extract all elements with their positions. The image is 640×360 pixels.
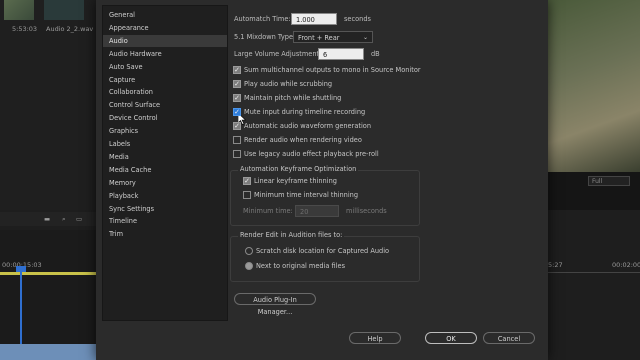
radio-scratch-label: Scratch disk location for Captured Audio	[256, 247, 390, 255]
search-icon[interactable]: ⌕	[62, 215, 66, 224]
option-checkbox[interactable]: ✓	[233, 66, 241, 74]
render-group-title: Render Edit in Audition files to:	[238, 231, 345, 239]
category-item-timeline[interactable]: Timeline	[109, 215, 137, 227]
category-item-collaboration[interactable]: Collaboration	[109, 86, 153, 98]
mixdown-value: Front + Rear	[298, 34, 340, 42]
option-label: Render audio when rendering video	[244, 136, 362, 144]
category-item-trim[interactable]: Trim	[109, 228, 123, 240]
ok-button[interactable]: OK	[425, 332, 477, 344]
category-item-audio-hardware[interactable]: Audio Hardware	[109, 48, 162, 60]
category-item-auto-save[interactable]: Auto Save	[109, 61, 143, 73]
mixdown-select[interactable]: Front + Rear ⌄	[293, 31, 373, 43]
category-item-control-surface[interactable]: Control Surface	[109, 99, 160, 111]
volume-label: Large Volume Adjustment:	[234, 50, 322, 58]
clip-name: Audio 2_2.wav	[46, 25, 94, 33]
clip-thumbnail-video[interactable]	[4, 0, 34, 20]
zoom-select[interactable]: Full	[588, 176, 630, 186]
category-item-appearance[interactable]: Appearance	[109, 22, 149, 34]
category-item-labels[interactable]: Labels	[109, 138, 130, 150]
option-checkbox[interactable]: ✓	[233, 108, 241, 116]
category-item-general[interactable]: General	[109, 9, 135, 21]
option-checkbox[interactable]: ✓	[233, 80, 241, 88]
help-button[interactable]: Help	[349, 332, 401, 344]
category-list: General Appearance Audio Audio Hardware Auto…	[102, 5, 228, 321]
clip-thumbnail-audio[interactable]	[44, 0, 84, 20]
timeline-ruler-right	[548, 272, 640, 273]
clip-time: 5:53:03	[12, 25, 38, 33]
option-label: Maintain pitch while shuttling	[244, 94, 342, 102]
minimum-time-label: Minimum time:	[243, 207, 293, 215]
chevron-down-icon: ⌄	[362, 34, 368, 41]
volume-input[interactable]: 6	[318, 48, 364, 60]
category-item-audio[interactable]: Audio	[103, 34, 227, 47]
keyframe-group-title: Automation Keyframe Optimization	[238, 165, 359, 173]
category-item-memory[interactable]: Memory	[109, 177, 136, 189]
render-group	[230, 236, 420, 282]
minimum-interval-label: Minimum time interval thinning	[254, 191, 359, 199]
mixdown-label: 5.1 Mixdown Type:	[234, 33, 296, 41]
option-label: Automatic audio waveform generation	[244, 122, 372, 130]
work-area-bar[interactable]	[0, 272, 96, 275]
option-label: Use legacy audio effect playback pre-rol…	[244, 150, 379, 158]
option-label: Mute input during timeline recording	[244, 108, 366, 116]
automatch-input[interactable]: 1.000	[291, 13, 337, 25]
minimum-time-unit: milliseconds	[346, 207, 387, 215]
cancel-button[interactable]: Cancel	[483, 332, 535, 344]
automatch-unit: seconds	[344, 15, 371, 23]
option-label: Play audio while scrubbing	[244, 80, 333, 88]
linear-thinning-checkbox[interactable]: ✓	[243, 177, 251, 185]
timeline-panel	[0, 230, 96, 360]
category-item-media-cache[interactable]: Media Cache	[109, 164, 151, 176]
program-timecode-b: 00:02:00:	[612, 261, 640, 269]
option-checkbox[interactable]	[233, 150, 241, 158]
radio-next[interactable]	[245, 262, 253, 270]
program-timecode-a: 5:27	[548, 261, 563, 269]
category-item-capture[interactable]: Capture	[109, 74, 135, 86]
volume-unit: dB	[371, 50, 380, 58]
linear-thinning-label: Linear keyframe thinning	[254, 177, 337, 185]
audio-plugin-manager-button[interactable]: Audio Plug-In Manager...	[234, 293, 316, 316]
option-checkbox[interactable]	[233, 136, 241, 144]
minimum-time-input[interactable]: 20	[295, 205, 339, 217]
category-item-playback[interactable]: Playback	[109, 190, 138, 202]
project-toolbar: ▬ ⌕ ▭	[0, 212, 96, 226]
program-monitor: Full	[548, 0, 640, 210]
automatch-label: Automatch Time:	[234, 15, 291, 23]
category-item-graphics[interactable]: Graphics	[109, 125, 138, 137]
option-checkbox[interactable]: ✓	[233, 122, 241, 130]
timeline-clip[interactable]	[0, 344, 96, 360]
option-checkbox[interactable]: ✓	[233, 94, 241, 102]
radio-next-label: Next to original media files	[256, 262, 346, 270]
playhead-handle[interactable]	[16, 266, 26, 272]
option-label: Sum multichannel outputs to mono in Sour…	[244, 66, 421, 74]
video-frame	[548, 0, 640, 172]
minimum-interval-checkbox[interactable]	[243, 191, 251, 199]
category-item-sync-settings[interactable]: Sync Settings	[109, 203, 154, 215]
radio-scratch[interactable]	[245, 247, 253, 255]
category-item-device-control[interactable]: Device Control	[109, 112, 157, 124]
new-item-icon[interactable]: ▭	[76, 215, 82, 223]
list-view-icon[interactable]: ▬	[44, 215, 50, 223]
category-item-media[interactable]: Media	[109, 151, 129, 163]
